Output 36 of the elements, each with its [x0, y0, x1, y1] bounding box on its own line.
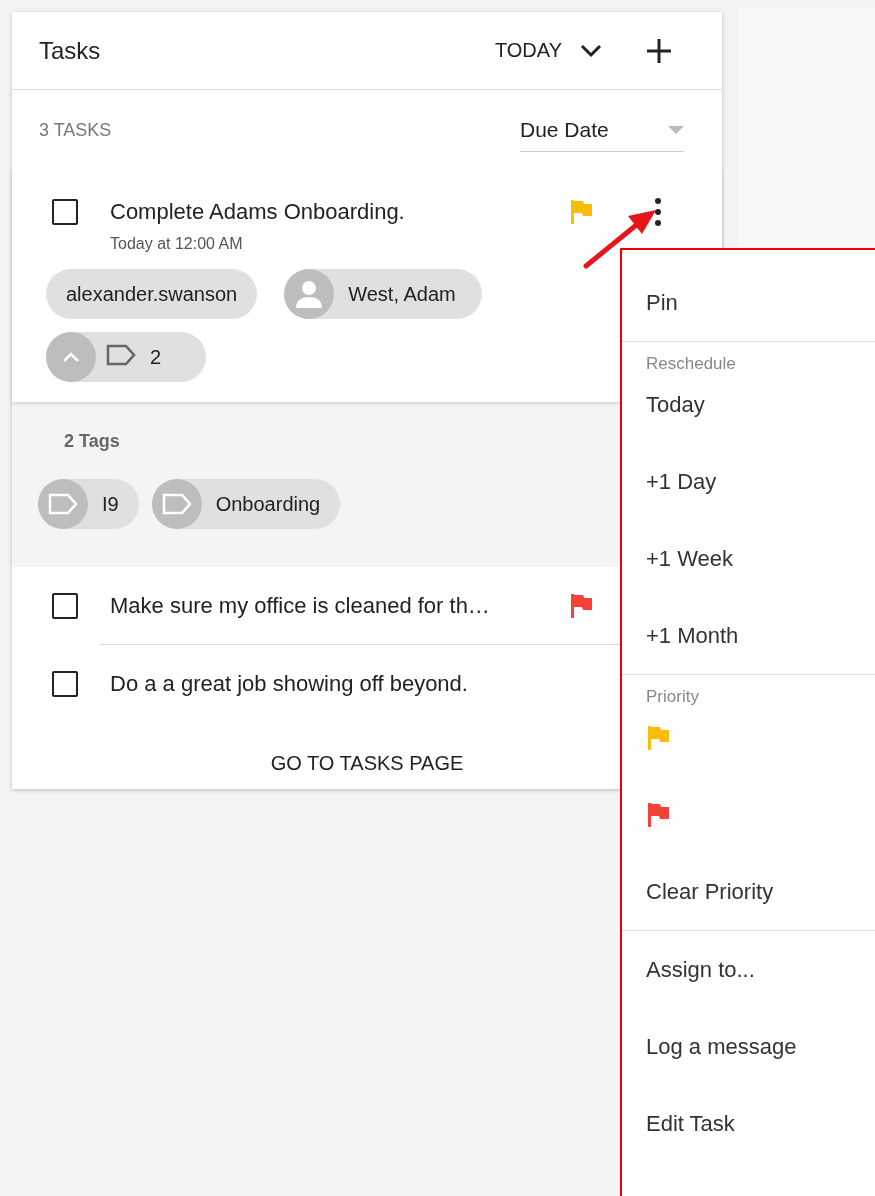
- tag-icon: [106, 343, 136, 366]
- chevron-down-icon: [580, 43, 602, 58]
- task-title: Do a a great job showing off beyond.: [110, 669, 469, 698]
- tasks-page-link[interactable]: GO TO TASKS PAGE: [270, 752, 464, 774]
- filter-dropdown[interactable]: TODAY: [490, 35, 606, 66]
- owner-chip[interactable]: alexander.swanson: [46, 269, 258, 319]
- task-checkbox[interactable]: [52, 670, 78, 697]
- menu-section-label: Priority: [645, 687, 700, 707]
- menu-item[interactable]: Edit Task: [622, 1085, 875, 1162]
- task-title: Make sure my office is cleaned for th…: [110, 591, 491, 620]
- tag-icon: [161, 493, 192, 515]
- caret-icon: [668, 125, 684, 134]
- tag-icon: [48, 493, 78, 515]
- tags-heading: 2 Tags: [64, 431, 121, 451]
- tag-chip[interactable]: I9: [38, 479, 139, 529]
- task-count: 3 TASKS: [39, 119, 113, 141]
- menu-item[interactable]: Log a message: [622, 1008, 875, 1085]
- due-date: Today at 12:00 AM: [110, 234, 244, 254]
- menu-section-label: Reschedule: [645, 354, 737, 374]
- sort-dropdown[interactable]: Due Date: [520, 108, 684, 152]
- tags-toggle[interactable]: 2: [46, 332, 206, 382]
- menu-item[interactable]: +1 Week: [622, 520, 875, 597]
- menu-item[interactable]: Clear Priority: [622, 853, 875, 930]
- menu-item[interactable]: +1 Month: [622, 597, 875, 674]
- tag-chip[interactable]: Onboarding: [151, 479, 341, 529]
- add-icon[interactable]: [646, 37, 672, 64]
- person-icon: [294, 279, 325, 309]
- contact-chip[interactable]: West, Adam: [284, 269, 482, 319]
- chevron-up-icon: [62, 351, 80, 363]
- menu-item[interactable]: +1 Day: [622, 443, 875, 520]
- task-checkbox[interactable]: [52, 199, 78, 225]
- menu-item[interactable]: Assign to...: [622, 931, 875, 1008]
- menu-item[interactable]: Pin: [622, 264, 875, 341]
- task-title: Complete Adams Onboarding.: [110, 198, 406, 226]
- task-checkbox[interactable]: [52, 592, 78, 619]
- card-title: Tasks: [39, 36, 102, 65]
